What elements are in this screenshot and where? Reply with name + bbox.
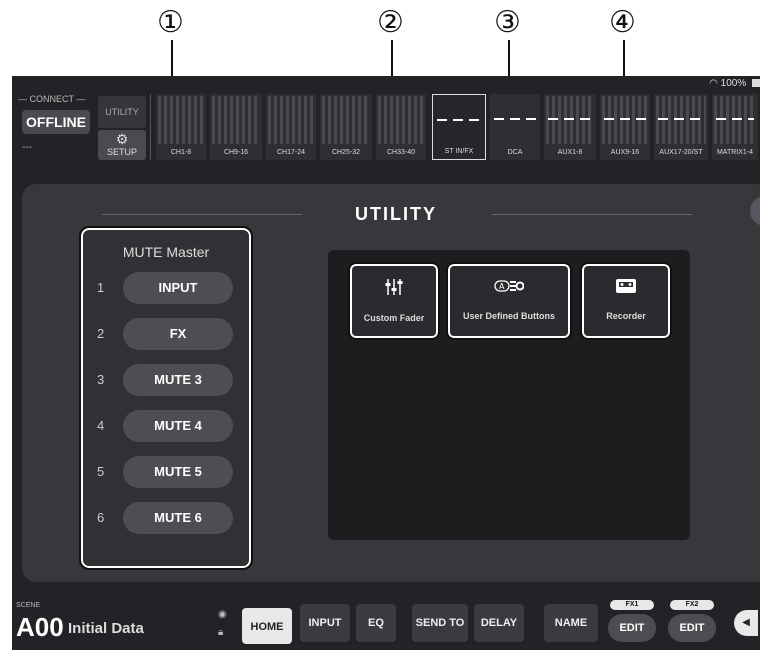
expand-arrow-icon[interactable]: ◀ [734,610,758,636]
bank-label: CH17-24 [276,149,305,156]
mute-number: 6 [97,510,105,525]
mute-number: 1 [97,280,105,295]
callout-2: ② [377,5,404,40]
nav-home[interactable]: HOME [242,608,292,644]
connect-section: — CONNECT — OFFLINE --- [18,94,92,160]
scene-name[interactable]: Initial Data [68,620,144,637]
function-area: Custom Fader A User Defined Buttons Reco… [328,250,690,540]
nav-send-to[interactable]: SEND TO [412,604,468,642]
bank-st-in-fx[interactable]: ST IN/FX [432,94,486,160]
mute-number: 2 [97,326,105,341]
svg-text:A: A [499,282,505,291]
mute-number: 3 [97,372,105,387]
connect-sub: --- [22,142,32,153]
callout-1: ① [157,5,184,40]
callout-4: ④ [609,5,636,40]
mute-master-section: MUTE Master 1 INPUT 2 FX 3 MUTE 3 4 MUTE… [79,226,253,570]
fx1-tag: FX1 [610,600,654,610]
user-defined-buttons-icon: A [448,278,570,299]
mute-5-button[interactable]: MUTE 5 [123,456,233,488]
bank-ch17-24[interactable]: CH17-24 [266,94,316,160]
scene-number[interactable]: A00 [16,612,64,643]
scene-status-icons: ◉ 🔒︎ [218,606,227,642]
bank-label: AUX1-8 [557,149,583,156]
mute-row-6: 6 MUTE 6 [81,502,255,534]
utility-top-button[interactable]: UTILITY [98,96,146,128]
bank-aux1-8[interactable]: AUX1-8 [544,94,596,160]
custom-fader-button[interactable]: Custom Fader [348,262,440,340]
user-defined-buttons-button[interactable]: A User Defined Buttons [446,262,572,340]
bottom-bar: SCENE A00 Initial Data ◉ 🔒︎ HOME INPUT E… [12,596,760,650]
nav-eq[interactable]: EQ [356,604,396,642]
fx2-tag: FX2 [670,600,714,610]
mute-master-title: MUTE Master [122,244,210,260]
mixer-app: ◠ 100% — CONNECT — OFFLINE --- UTILITY ⚙… [12,76,760,650]
bank-ch33-40[interactable]: CH33-40 [376,94,426,160]
nav-delay[interactable]: DELAY [474,604,524,642]
user-defined-buttons-label: User Defined Buttons [462,311,555,321]
bank-label: CH33-40 [386,149,415,156]
utility-panel: UTILITY ✕ MUTE Master 1 INPUT 2 FX 3 MUT… [22,184,760,582]
custom-fader-label: Custom Fader [363,313,425,323]
offline-button[interactable]: OFFLINE [22,110,90,134]
bank-ch9-16[interactable]: CH9-16 [210,94,262,160]
scene-label: SCENE [16,602,41,609]
bank-label: AUX9-16 [610,149,640,156]
mute-6-button[interactable]: MUTE 6 [123,502,233,534]
wifi-icon: ◠ [709,78,718,89]
bank-label: CH25-32 [331,149,360,156]
bank-label: CH1-8 [170,149,192,156]
bank-label: AUX17-20/ST [659,149,703,156]
nav-name[interactable]: NAME [544,604,598,642]
connect-label: — CONNECT — [18,94,86,104]
nav-input[interactable]: INPUT [300,604,350,642]
bank-aux17-20-st[interactable]: AUX17-20/ST [654,94,708,160]
cassette-icon [582,278,670,299]
bank-ch1-8[interactable]: CH1-8 [156,94,206,160]
bank-label: CH9-16 [223,149,249,156]
mute-fx-button[interactable]: FX [123,318,233,350]
mute-row-3: 3 MUTE 3 [81,364,255,396]
mute-input-button[interactable]: INPUT [123,272,233,304]
bank-aux9-16[interactable]: AUX9-16 [600,94,650,160]
setup-button[interactable]: ⚙ SETUP [98,130,146,160]
lock-icon: 🔒︎ [218,627,224,638]
mute-number: 5 [97,464,105,479]
recorder-button[interactable]: Recorder [580,262,672,340]
bank-label: ST IN/FX [444,148,474,155]
bank-dca[interactable]: DCA [490,94,540,160]
gear-icon: ⚙ [115,131,129,147]
divider [150,94,151,160]
mute-number: 4 [97,418,105,433]
recorder-label: Recorder [606,311,646,321]
callout-3: ③ [494,5,521,40]
status-bar: ◠ 100% [709,78,760,89]
setup-label: SETUP [106,147,137,157]
bank-label: DCA [507,149,523,156]
mute-row-4: 4 MUTE 4 [81,410,255,442]
panel-title: UTILITY [355,204,437,224]
mute-row-5: 5 MUTE 5 [81,456,255,488]
fx2-edit-button[interactable]: EDIT [668,614,716,642]
fx1-edit-button[interactable]: EDIT [608,614,656,642]
bank-ch25-32[interactable]: CH25-32 [320,94,372,160]
battery-level: 100% [720,78,747,89]
bank-label: MATRIX1-4 [716,149,754,156]
mute-row-1: 1 INPUT [81,272,255,304]
mute-4-button[interactable]: MUTE 4 [123,410,233,442]
mute-row-2: 2 FX [81,318,255,350]
battery-icon [752,79,760,88]
bank-matrix1-4[interactable]: MATRIX1-4 [712,94,758,160]
faders-icon [350,278,438,301]
focus-icon: ◉ [218,609,227,620]
mute-3-button[interactable]: MUTE 3 [123,364,233,396]
